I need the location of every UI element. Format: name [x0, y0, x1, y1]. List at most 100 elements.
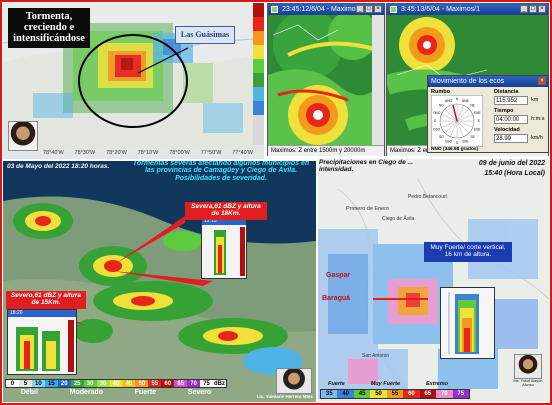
severe-storms-headline: Tormentas severas afectando algunos muni… [132, 161, 310, 182]
vertical-profile-chart [441, 288, 494, 358]
compass-label: ONO [433, 111, 441, 115]
legend-value: 65 [419, 390, 437, 398]
colorbar-value: 30 [83, 380, 97, 387]
compass-label: S [456, 141, 458, 145]
compass-label: NE [470, 104, 474, 108]
minimize-icon[interactable]: _ [520, 5, 528, 13]
close-icon[interactable]: × [374, 5, 382, 13]
legend-value: 40 [337, 390, 354, 398]
colorbar-value: 65 [174, 380, 188, 387]
annotation-severe-18km: Severa,61 dBZ y altura de 18Km. [185, 202, 267, 220]
colorbar-value: 50 [135, 380, 149, 387]
axis-label: 77°40'W [232, 150, 253, 156]
axis-label: 78°10'W [137, 150, 159, 156]
close-icon[interactable]: × [538, 5, 546, 13]
dialog-title-bar[interactable]: Movimiento de los ecos × [428, 76, 548, 87]
window-2-title-bar[interactable]: 3:45:13/6/04 - Maximos/1 _ □ × [387, 4, 548, 15]
minimize-icon[interactable]: _ [356, 5, 364, 13]
las-guasimas-callout: Las Guásimas [175, 26, 235, 44]
maximize-icon[interactable]: □ [365, 5, 373, 13]
radar-window-1[interactable]: 23:45:12/6/04 - Maximos/1 _ □ × Maximos:… [267, 3, 385, 156]
legend-value: 50 [370, 390, 387, 398]
colorbar-value: 60 [161, 380, 175, 387]
tiempo-label: Tiempo [494, 108, 514, 114]
vertical-cut-inset-1[interactable]: 19:15 [201, 217, 247, 279]
date-label-bottom-right: 09 de junio del 2022 [478, 160, 545, 167]
window-1-title: 23:45:12/6/04 - Maximos/1 [282, 6, 365, 13]
legend-muy-fuerte: Muy Fuerte [370, 381, 401, 387]
legend-extremo: Extremo [425, 381, 448, 387]
legend-value: 35 [321, 390, 338, 398]
tiempo-unit: h:m:s [531, 116, 545, 122]
colorbar-value: 35 [96, 380, 110, 387]
category-fuerte: Fuerte [134, 389, 157, 396]
vertical-profile-inset[interactable] [440, 287, 495, 359]
place-primero-de-enero: Primero de Enero [346, 206, 390, 212]
compass-label: NO [439, 104, 444, 108]
category-debil: Débil [20, 389, 38, 396]
legend-categories: Fuerte Muy Fuerte Extremo [328, 381, 448, 387]
window-1-title-bar[interactable]: 23:45:12/6/04 - Maximos/1 _ □ × [268, 4, 384, 15]
compass-label: SE [470, 135, 474, 139]
compass-label: ENE [474, 111, 481, 115]
author-photo-avatar [276, 368, 312, 394]
radar-image-1 [268, 15, 384, 145]
legend-value: 55 [386, 390, 404, 398]
time-label-bottom-right: 15:40 (Hora Local) [484, 170, 545, 177]
legend-value: 60 [403, 390, 420, 398]
inset-2-title: 18:20 [8, 310, 76, 317]
axis-label: 78°20'W [106, 150, 127, 156]
window-2-title: 3:45:13/6/04 - Maximos/1 [401, 6, 480, 13]
annotation-muy-fuerte: Muy Fuerte/ corte vertical, 16 km de alt… [424, 242, 512, 262]
category-severo: Severo [187, 389, 212, 396]
dialog-title: Movimiento de los ecos [431, 78, 505, 85]
legend-value: 70 [436, 390, 453, 398]
panel-severe-storms: 19:15 18:20 03 de Mayo del 2022 18:20 ho… [3, 161, 316, 402]
colorbar-value: 45 [122, 380, 136, 387]
inset-1-profile [202, 225, 246, 278]
date-label-bottom-left: 03 de Mayo del 2022 18:20 horas. [7, 163, 110, 170]
colorbar-value: 5 [18, 380, 32, 387]
panel-radar-windows: 23:45:12/6/04 - Maximos/1 _ □ × Maximos:… [267, 3, 549, 156]
velocidad-label: Velocidad [494, 127, 520, 133]
compass-label: OSO [433, 128, 441, 132]
distancia-label: Distancia [494, 89, 519, 95]
precipitation-colorbar: 35 40 45 50 55 60 65 70 75 [320, 389, 470, 399]
app-icon [390, 6, 397, 13]
close-icon[interactable]: × [538, 77, 546, 85]
app-icon [271, 6, 278, 13]
compass-label: ESE [474, 128, 480, 132]
distancia-unit: km [531, 97, 539, 103]
window-1-status: Maximos: Z entre 1500m y 20000m [268, 145, 384, 156]
legend-fuerte: Fuerte [328, 381, 345, 387]
axis-label: 77°50'W [200, 150, 222, 156]
inset-2-profile [8, 317, 76, 374]
place-ciego-de-avila: Ciego de Ávila [382, 216, 415, 222]
author-credit-bottom-right: Ms. Ysbel Alayón Alonso [513, 379, 543, 387]
intensity-categories: Débil Moderado Fuerte Severo [5, 389, 227, 400]
panel-precipitation: Precipitaciones en Ciego de ... intensid… [318, 159, 549, 402]
compass-label: NNO [445, 99, 453, 103]
legend-value: 75 [452, 390, 469, 398]
maximize-icon[interactable]: □ [529, 5, 537, 13]
distancia-field[interactable]: 115.952 [494, 96, 528, 105]
compass-label: E [478, 119, 480, 123]
tiempo-field[interactable]: 04:00:00 [494, 115, 528, 124]
vertical-cut-inset-2[interactable]: 18:20 [7, 309, 77, 375]
compass-label: NNE [462, 99, 469, 103]
axis-label: 78°40'W [43, 150, 64, 156]
author-credit-bottom-left: Lic. Yaimarie Herrera Mtez. [256, 394, 314, 399]
compass-label: SSO [445, 140, 452, 144]
echo-motion-dialog[interactable]: Movimiento de los ecos × Rumbo N NNE NE ENE… [427, 75, 549, 153]
compass-label: SO [439, 135, 444, 139]
place-gaspar: Gaspar [326, 272, 351, 279]
colorbar-value: 25 [70, 380, 84, 387]
colorbar-value: 40 [109, 380, 123, 387]
colorbar-value: 0 [6, 380, 19, 387]
colorbar-value: 10 [31, 380, 45, 387]
place-san-antonio: San Antonio [362, 353, 389, 359]
colorbar-value: 20 [57, 380, 71, 387]
colorbar-value: 15 [44, 380, 58, 387]
velocidad-field[interactable]: 28.99 [494, 134, 528, 143]
longitude-axis-labels: 78°40'W 78°30'W 78°20'W 78°10'W 78°00'W 77°50… [43, 150, 253, 156]
